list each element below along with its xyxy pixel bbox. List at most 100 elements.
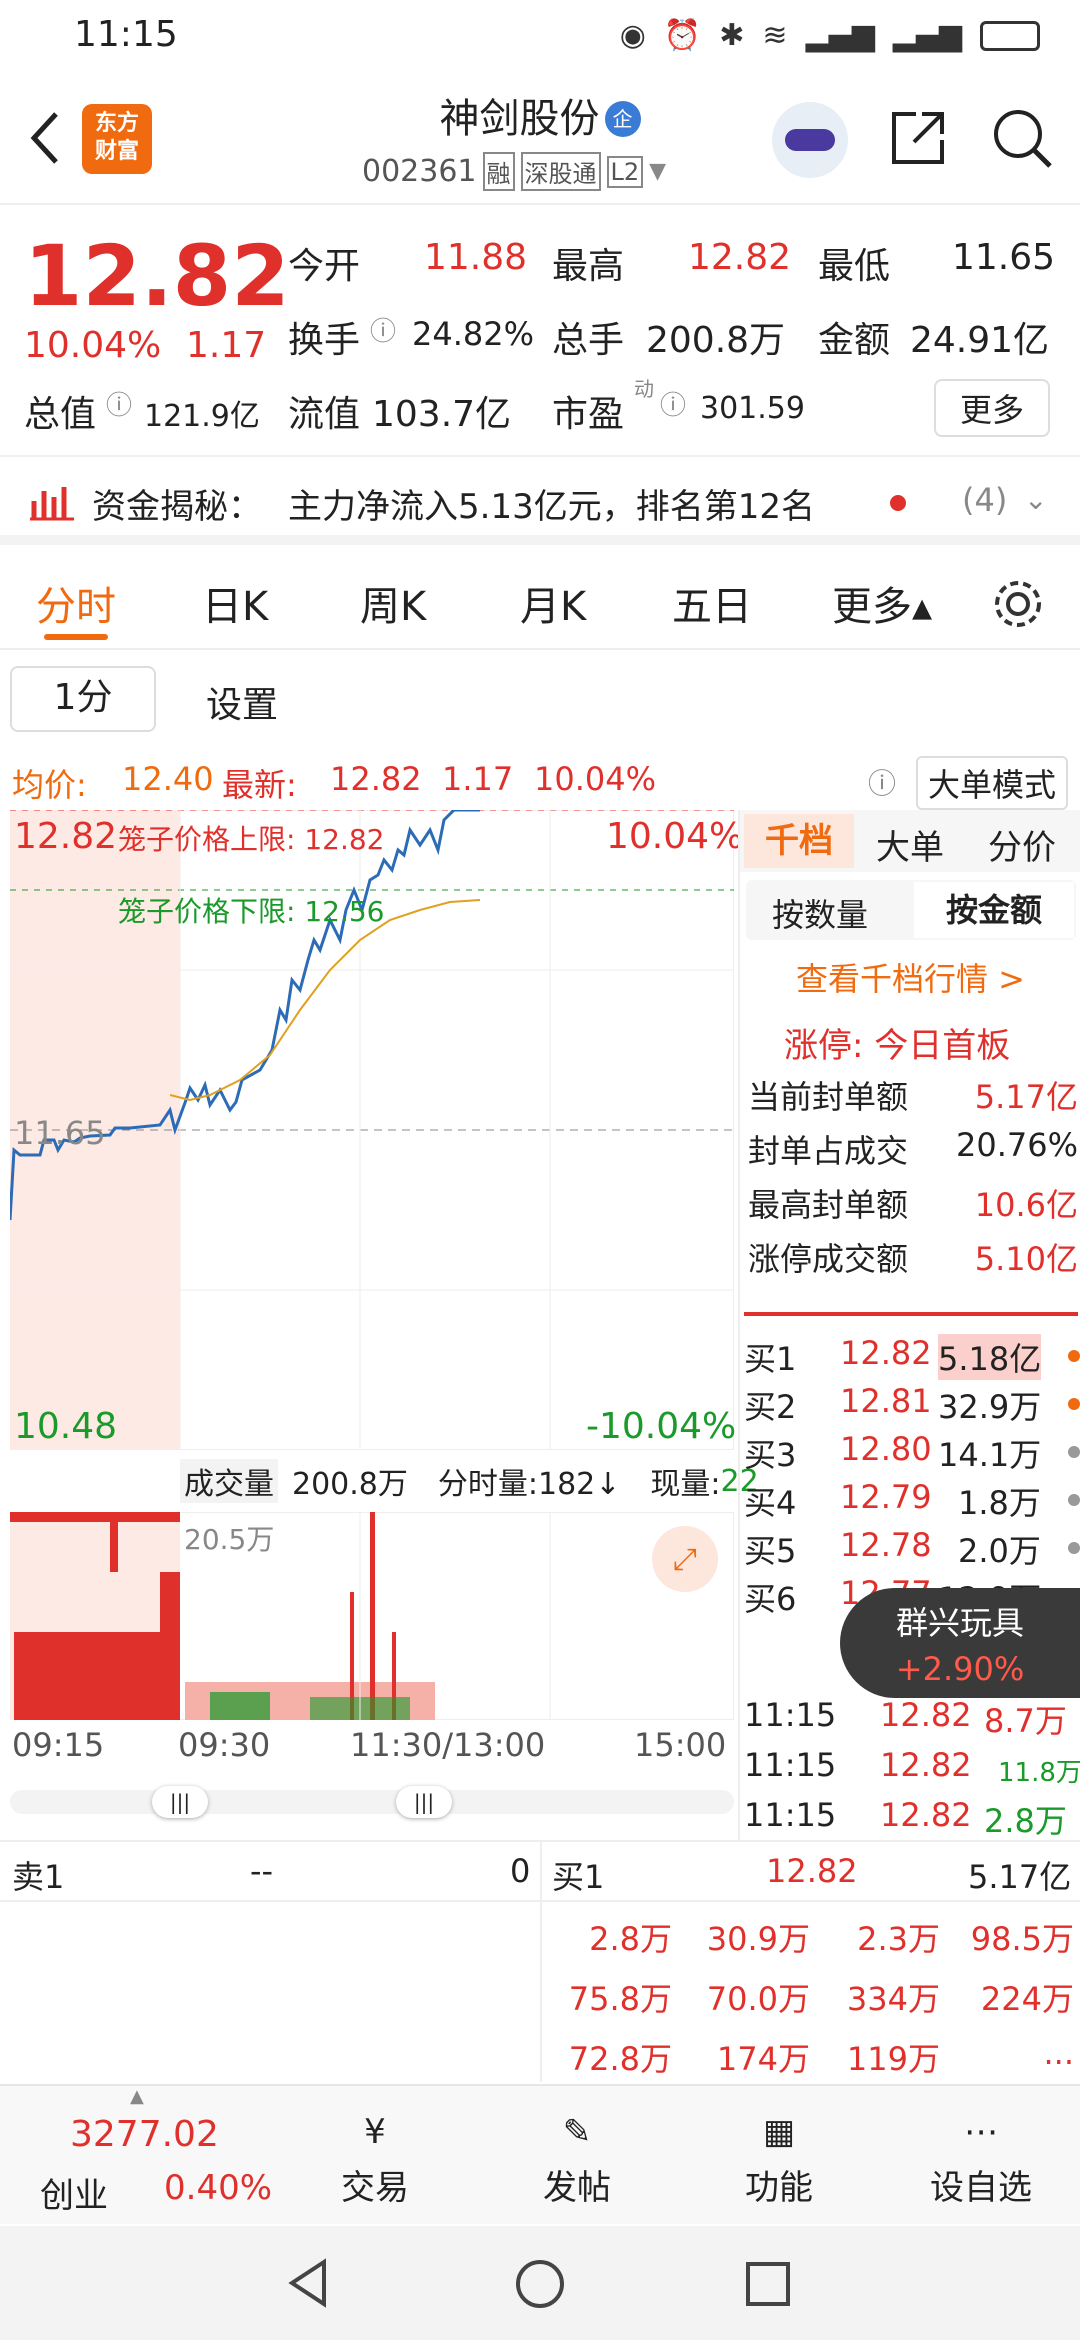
- pct-value: 10.04%: [534, 760, 657, 798]
- more-dots-icon: ⋯: [964, 2112, 998, 2152]
- stat-value: 10.6亿: [974, 1186, 1078, 1224]
- quote-panel: 12.82 10.04% 1.17 总值 ⓘ 121.9亿 今开 11.88 最…: [0, 207, 1080, 447]
- expand-icon[interactable]: ⤢: [652, 1526, 718, 1592]
- tick-volume: 11.8万: [998, 1758, 1080, 1788]
- tab-price-dist[interactable]: 分价: [988, 820, 1056, 869]
- volume-dropdown[interactable]: 成交量: [180, 1459, 278, 1503]
- tick-price: 12.82: [880, 1796, 972, 1834]
- index-name[interactable]: 创业: [40, 2168, 108, 2217]
- tab-more[interactable]: 更多▴: [832, 574, 932, 632]
- tab-intraday[interactable]: 分时: [36, 574, 116, 632]
- nav-function-label: 功能: [745, 2168, 813, 2208]
- help-icon[interactable]: ⓘ: [868, 762, 896, 802]
- now-volume-label: 现量:: [650, 1467, 721, 1502]
- battery-icon: [980, 20, 1040, 51]
- stock-code-row: 002361 融 深股通 L2 ▼: [362, 152, 666, 191]
- nav-trade[interactable]: ¥ 交易: [320, 2104, 430, 2209]
- tab-monthly[interactable]: 月K: [520, 574, 586, 632]
- mcap-label: 总值: [24, 394, 97, 435]
- tab-thousand-level[interactable]: 千档: [744, 814, 854, 868]
- back-nav-icon[interactable]: [284, 2258, 334, 2308]
- info-icon[interactable]: ⓘ: [370, 311, 396, 348]
- more-button[interactable]: 更多: [934, 379, 1051, 437]
- queue-cell: ...: [1043, 2034, 1074, 2072]
- robot-avatar[interactable]: [772, 102, 848, 178]
- vol-label: 总手: [552, 320, 625, 361]
- scroll-handle-right[interactable]: |||: [396, 1786, 452, 1818]
- queue-cell: 224万: [980, 1980, 1074, 2018]
- pct-change: 10.04%: [24, 325, 162, 366]
- nav-post[interactable]: ✎ 发帖: [522, 2104, 632, 2209]
- info-icon[interactable]: ⓘ: [106, 385, 132, 422]
- by-quantity[interactable]: 按数量: [772, 890, 868, 936]
- bid-label: 买3: [744, 1436, 797, 1474]
- nav-watchlist[interactable]: ⋯ 设自选: [916, 2104, 1046, 2209]
- popup-stock-name: 群兴玩具: [895, 1604, 1024, 1642]
- tab-big-orders[interactable]: 大单: [876, 820, 944, 869]
- open-label: 今开: [288, 246, 361, 287]
- one-min-button[interactable]: 1分: [10, 666, 156, 732]
- nav-watchlist-label: 设自选: [930, 2168, 1032, 2208]
- queue-cell: 70.0万: [706, 1980, 810, 2018]
- volume-max: 20.5万: [184, 1523, 275, 1556]
- bid-amount: 5.18亿: [938, 1334, 1042, 1380]
- view-levels-link[interactable]: 查看千档行情 >: [796, 954, 1025, 1000]
- stat-label: 涨停成交额: [748, 1240, 909, 1278]
- chart-bottom-pct: -10.04%: [586, 1406, 737, 1447]
- queue-cell: 334万: [846, 1980, 940, 2018]
- time-label-0915: 09:15: [12, 1726, 105, 1764]
- stock-title[interactable]: 神剑股份: [439, 96, 599, 142]
- tab-fiveday[interactable]: 五日: [672, 574, 752, 632]
- last-label: 最新:: [222, 766, 297, 804]
- right-tab-bar: 千档 大单 分价: [740, 810, 1080, 872]
- bid-row[interactable]: 买3 12.80 14.1万: [744, 1430, 1080, 1478]
- turnover-label: 换手: [288, 320, 361, 361]
- amt-label: 金额: [818, 320, 891, 361]
- sell1-label: 卖1: [12, 1858, 65, 1896]
- stat-value: 20.76%: [955, 1126, 1078, 1164]
- index-pct[interactable]: 0.40%: [164, 2168, 272, 2208]
- by-amount[interactable]: 按金额: [914, 882, 1074, 938]
- big-mode-button[interactable]: 大单模式: [916, 756, 1069, 810]
- home-nav-icon[interactable]: [514, 2258, 566, 2310]
- nav-function[interactable]: ▦ 功能: [724, 2104, 834, 2209]
- status-time: 11:15: [74, 14, 178, 55]
- queue-cell: 2.3万: [857, 1920, 940, 1958]
- volume-chart[interactable]: [10, 1512, 734, 1720]
- tick-row: 11:15 12.82 11.8万: [744, 1746, 1080, 1796]
- wifi-icon: ≋: [762, 18, 788, 53]
- bid-row[interactable]: 买4 12.79 1.8万: [744, 1478, 1080, 1526]
- recent-apps-icon[interactable]: [744, 2260, 792, 2308]
- index-value[interactable]: 3277.02: [70, 2114, 219, 2155]
- bid-row[interactable]: 买5 12.78 2.0万: [744, 1526, 1080, 1574]
- dropdown-icon[interactable]: ▼: [649, 159, 666, 184]
- last-price: 12.82: [24, 227, 290, 325]
- queue-cell: 30.9万: [706, 1920, 810, 1958]
- settings-button[interactable]: 设置: [206, 676, 278, 728]
- scroll-handle-left[interactable]: |||: [152, 1786, 208, 1818]
- info-icon[interactable]: ⓘ: [660, 385, 686, 422]
- time-scrollbar[interactable]: ||| |||: [10, 1786, 734, 1818]
- float-value: 103.7亿: [372, 394, 512, 435]
- stat-row: 封单占成交 20.76%: [748, 1126, 1078, 1180]
- stat-label: 封单占成交: [748, 1132, 909, 1170]
- search-icon[interactable]: [990, 106, 1054, 170]
- time-label-1130: 11:30/13:00: [350, 1726, 546, 1764]
- tick-time: 11:15: [744, 1746, 837, 1784]
- tab-daily[interactable]: 日K: [202, 574, 268, 632]
- tab-weekly[interactable]: 周K: [360, 574, 426, 632]
- popup-stock-pct: +2.90%: [895, 1650, 1025, 1688]
- high-value: 12.82: [688, 237, 792, 278]
- dot: [1068, 1350, 1080, 1362]
- dot: [1068, 1542, 1080, 1554]
- queue-section: 卖1 -- 0 买1 12.82 5.17亿 2.8万 30.9万 2.3万 9…: [0, 1840, 1080, 2082]
- bid-row[interactable]: 买2 12.81 32.9万: [744, 1382, 1080, 1430]
- stat-label: 当前封单额: [748, 1078, 909, 1116]
- bid-row[interactable]: 买1 12.82 5.18亿: [744, 1334, 1080, 1382]
- related-stock-popup[interactable]: 群兴玩具 +2.90%: [840, 1588, 1080, 1698]
- share-icon[interactable]: [886, 106, 950, 170]
- pe-label: 市盈: [552, 394, 625, 435]
- gear-icon[interactable]: [990, 576, 1046, 632]
- fund-bar[interactable]: 资金揭秘： 主力净流入5.13亿元，排名第12名 (4) ⌄: [0, 455, 1080, 545]
- signal2-icon: ▂▄▆: [892, 18, 962, 53]
